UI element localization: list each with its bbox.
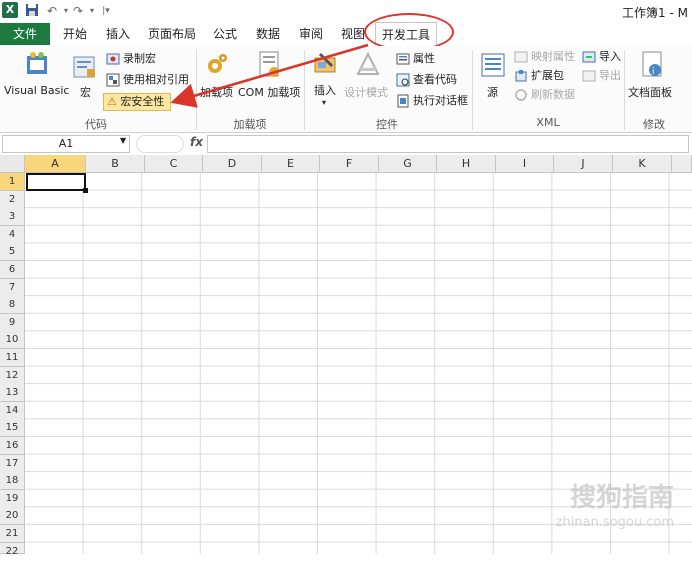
formula-controls [136, 135, 184, 153]
row-header[interactable]: 17 [0, 454, 25, 473]
row-header[interactable]: 2 [0, 190, 25, 209]
row-header[interactable]: 20 [0, 507, 25, 526]
column-header[interactable] [672, 155, 692, 173]
column-header[interactable]: K [613, 155, 672, 173]
row-header[interactable]: 13 [0, 384, 25, 403]
column-header[interactable]: G [379, 155, 437, 173]
row-header[interactable]: 1 [0, 173, 25, 191]
row-header[interactable]: 15 [0, 419, 25, 438]
row-header[interactable]: 18 [0, 472, 25, 491]
name-box[interactable]: A1 [2, 135, 130, 153]
watermark-url: zhinan.sogou.com [555, 515, 674, 530]
row-header[interactable]: 6 [0, 261, 25, 279]
fill-handle[interactable] [83, 188, 88, 193]
active-cell-a1[interactable] [26, 173, 86, 191]
column-header[interactable]: H [437, 155, 496, 173]
row-header[interactable]: 4 [0, 225, 25, 244]
row-header[interactable]: 8 [0, 296, 25, 315]
name-box-dropdown-icon[interactable]: ▼ [120, 136, 126, 145]
row-header[interactable]: 19 [0, 489, 25, 508]
column-header[interactable]: C [145, 155, 203, 173]
row-header[interactable]: 21 [0, 525, 25, 543]
select-all-corner[interactable] [0, 155, 25, 173]
column-header[interactable]: A [25, 155, 86, 173]
row-header[interactable]: 3 [0, 208, 25, 227]
formula-input[interactable] [207, 135, 689, 153]
row-header[interactable]: 9 [0, 313, 25, 332]
column-header[interactable]: I [496, 155, 554, 173]
watermark-logo: 搜狗指南 [569, 483, 674, 513]
column-header[interactable]: B [86, 155, 145, 173]
column-header[interactable]: E [262, 155, 320, 173]
row-header[interactable]: 12 [0, 366, 25, 385]
row-header[interactable]: 7 [0, 278, 25, 297]
row-header[interactable]: 14 [0, 401, 25, 420]
row-header[interactable]: 22 [0, 542, 25, 557]
insert-function-icon[interactable]: fx [190, 135, 203, 149]
row-header[interactable]: 11 [0, 349, 25, 367]
column-header[interactable]: F [320, 155, 379, 173]
formula-bar: A1 ▼ fx [0, 133, 692, 156]
column-header[interactable]: J [554, 155, 613, 173]
row-header[interactable]: 16 [0, 437, 25, 455]
row-header[interactable]: 10 [0, 331, 25, 350]
row-header[interactable]: 5 [0, 243, 25, 262]
column-header[interactable]: D [203, 155, 262, 173]
